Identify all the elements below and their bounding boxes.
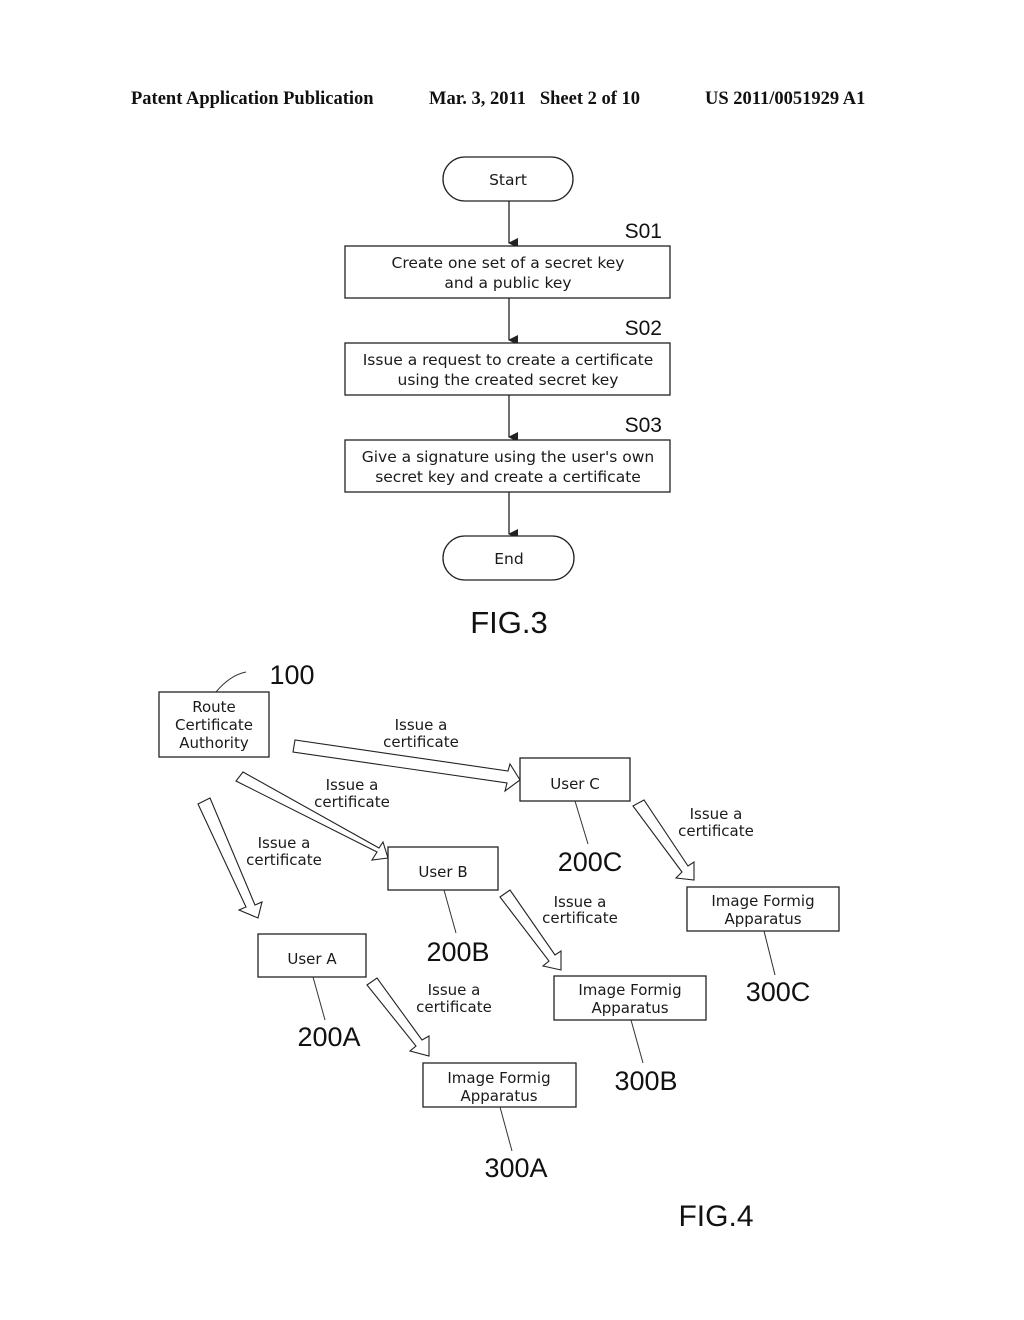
- apparatus-c-node: Image Formig Apparatus 300C: [686, 886, 840, 1007]
- fig3-caption: FIG.3: [470, 605, 548, 640]
- ref-leader-line: [499, 1106, 513, 1152]
- figures-canvas: Start S01 Create one set of a secret key…: [158, 156, 840, 1233]
- user-a-label: User A: [287, 950, 337, 968]
- root-line3: Authority: [179, 734, 249, 752]
- arrow-label-line2: certificate: [542, 909, 618, 927]
- step-s02: S02 Issue a request to create a certific…: [344, 317, 671, 396]
- fig3-flowchart: Start S01 Create one set of a secret key…: [344, 156, 671, 640]
- user-b-label: User B: [418, 863, 467, 881]
- step-text-line1: Issue a request to create a certificate: [363, 351, 654, 369]
- arrow-label-line2: certificate: [246, 851, 322, 869]
- step-s03: S03 Give a signature using the user's ow…: [344, 414, 671, 493]
- step-id: S03: [625, 414, 662, 437]
- user-c-node: User C 200C: [519, 757, 631, 877]
- step-text-line1: Give a signature using the user's own: [362, 448, 655, 466]
- ref-300b: 300B: [614, 1066, 677, 1096]
- issue-arrow-user-c-to-apparatus-c: Issue a certificate: [632, 799, 754, 881]
- arrow-label-line2: certificate: [314, 793, 390, 811]
- step-text-line2: using the created secret key: [398, 371, 619, 389]
- ref-100: 100: [269, 660, 314, 690]
- step-id: S02: [625, 317, 662, 340]
- issue-arrow-ca-to-user-a: Issue a certificate: [197, 797, 322, 919]
- apparatus-b-node: Image Formig Apparatus 300B: [553, 975, 707, 1096]
- step-id: S01: [625, 220, 662, 243]
- ref-leader-line: [215, 671, 247, 693]
- arrow-label-line1: Issue a: [428, 981, 481, 999]
- ref-300a: 300A: [484, 1153, 547, 1183]
- arrow-label-line1: Issue a: [395, 716, 448, 734]
- arrow-label-line2: certificate: [678, 822, 754, 840]
- ref-300c: 300C: [746, 977, 811, 1007]
- ref-200c: 200C: [558, 847, 623, 877]
- ref-leader-line: [574, 800, 589, 845]
- step-s01: S01 Create one set of a secret key and a…: [344, 220, 671, 299]
- patent-page: Patent Application Publication Mar. 3, 2…: [0, 0, 1024, 1320]
- apparatus-line1: Image Formig: [711, 892, 814, 910]
- step-text-line2: and a public key: [444, 274, 571, 292]
- issue-arrow-user-a-to-apparatus-a: Issue a certificate: [366, 977, 492, 1057]
- apparatus-line2: Apparatus: [460, 1087, 537, 1105]
- arrow-label-line1: Issue a: [258, 834, 311, 852]
- apparatus-line1: Image Formig: [578, 981, 681, 999]
- root-line1: Route: [192, 698, 236, 716]
- ref-200b: 200B: [426, 937, 489, 967]
- root-certificate-authority: 100 Route Certificate Authority: [158, 660, 315, 758]
- start-label: Start: [489, 171, 527, 189]
- apparatus-line1: Image Formig: [447, 1069, 550, 1087]
- user-c-label: User C: [550, 775, 599, 793]
- ref-leader-line: [312, 976, 326, 1021]
- apparatus-a-node: Image Formig Apparatus 300A: [422, 1062, 577, 1183]
- user-a-node: User A 200A: [257, 933, 367, 1052]
- arrow-label-line2: certificate: [383, 733, 459, 751]
- issue-arrow-user-b-to-apparatus-b: Issue a certificate: [499, 889, 618, 971]
- ref-leader-line: [630, 1019, 644, 1064]
- apparatus-line2: Apparatus: [724, 910, 801, 928]
- root-line2: Certificate: [175, 716, 253, 734]
- arrow-label-line1: Issue a: [326, 776, 379, 794]
- user-b-node: User B 200B: [387, 846, 499, 967]
- start-terminal: Start: [442, 156, 574, 202]
- step-text-line2: secret key and create a certificate: [375, 468, 641, 486]
- ref-leader-line: [443, 889, 457, 934]
- end-terminal: End: [442, 535, 575, 581]
- arrow-label-line2: certificate: [416, 998, 492, 1016]
- arrow-label-line1: Issue a: [690, 805, 743, 823]
- fig4-diagram: 100 Route Certificate Authority Issue a …: [158, 660, 840, 1233]
- step-text-line1: Create one set of a secret key: [392, 254, 625, 272]
- apparatus-line2: Apparatus: [591, 999, 668, 1017]
- end-label: End: [494, 550, 523, 568]
- ref-leader-line: [763, 930, 776, 976]
- fig4-caption: FIG.4: [678, 1200, 753, 1233]
- ref-200a: 200A: [297, 1022, 360, 1052]
